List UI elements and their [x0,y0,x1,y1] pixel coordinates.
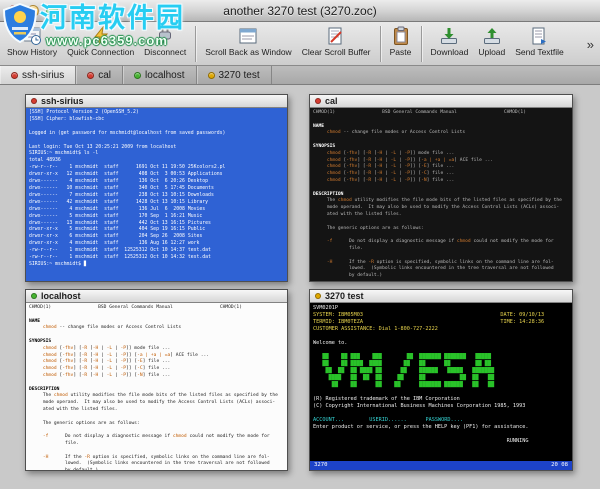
tab-3270-test[interactable]: 3270 test [197,66,272,84]
toolbar-label: Clear Scroll Buffer [301,47,371,57]
pane-ssh-sirius: ssh-sirius [SSH] Protocol Version 2 (Ope… [25,94,288,282]
window-title: another 3270 test (3270.zoc) [223,3,377,18]
session-status-dot [31,98,37,104]
terminal-3270-statusbar: 3270 20 08 [310,461,572,470]
toolbar-label: Send Textfile [515,47,564,57]
clear-buffer-icon [325,25,347,46]
show-history-button[interactable]: Show History [2,24,62,58]
toolbar-label: Disconnect [144,47,187,57]
session-status-dot [315,293,321,299]
minimize-button[interactable] [27,5,39,17]
pane-localhost: localhost CHMOD(1) BSD General Commands … [25,289,288,471]
paste-button[interactable]: Paste [385,24,417,58]
toolbar-label: Upload [478,47,506,57]
disconnect-button[interactable]: Disconnect [139,24,191,58]
session-status-dot [207,71,215,79]
clipboard-icon [390,25,412,46]
toolbar-label: Paste [389,47,412,57]
history-icon [21,25,43,46]
session-status-dot [31,293,37,299]
toolbar-overflow-button[interactable]: » [583,37,598,52]
tab-localhost[interactable]: localhost [123,66,197,84]
terminal-3270[interactable]: SVM0201P SYSTEM: IBM05M03 DATE: 09/10/13 T… [310,303,572,461]
session-status-dot [315,98,321,104]
tab-cal[interactable]: cal [76,66,124,84]
workspace: ssh-sirius [SSH] Protocol Version 2 (Ope… [0,86,600,489]
status-cursor-position: 20 08 [551,462,568,468]
toolbar-label: Quick Connection [67,47,135,57]
tab-label: 3270 test [218,69,260,81]
scroll-back-window-button[interactable]: Scroll Back as Window [200,24,296,58]
status-emulation: 3270 [314,462,328,468]
download-icon [438,25,460,46]
terminal-localhost[interactable]: CHMOD(1) BSD General Commands Manual CHM… [26,303,287,470]
pane-title-label: localhost [41,291,81,301]
terminal-ssh-sirius[interactable]: [SSH] Protocol Version 2 (OpenSSH_5.2) [S… [26,108,287,281]
send-textfile-button[interactable]: Send Textfile [510,24,569,58]
window-controls [8,5,58,17]
toolbar: Show History Quick Connection Disconnect… [0,22,600,66]
pane-titlebar[interactable]: ssh-sirius [26,95,287,108]
download-button[interactable]: Download [426,24,474,58]
pane-title-label: ssh-sirius [41,96,84,106]
window-icon [237,25,259,46]
tab-label: localhost [145,69,185,81]
pane-3270-test: 3270 test SVM0201P SYSTEM: IBM05M03 DATE:… [309,289,573,471]
pane-title-label: cal [325,96,338,106]
toolbar-label: Show History [7,47,58,57]
toolbar-separator [379,26,381,62]
clear-scroll-buffer-button[interactable]: Clear Scroll Buffer [297,24,376,58]
pane-titlebar[interactable]: cal [310,95,572,108]
tab-label: ssh-sirius [22,69,65,81]
titlebar: another 3270 test (3270.zoc) [0,0,600,22]
pane-title-label: 3270 test [325,291,364,301]
toolbar-separator [420,26,422,62]
session-status-dot [87,71,95,79]
pane-titlebar[interactable]: localhost [26,290,287,303]
toolbar-label: Download [430,47,469,57]
tab-bar: ssh-sirius cal localhost 3270 test [0,66,600,85]
upload-icon [481,25,503,46]
textfile-icon [529,25,551,46]
lightning-icon [90,25,112,46]
tab-ssh-sirius[interactable]: ssh-sirius [0,66,77,84]
terminal-cal[interactable]: CHMOD(1) BSD General Commands Manual CHM… [310,108,572,281]
zoom-button[interactable] [46,5,58,17]
pane-cal: cal CHMOD(1) BSD General Commands Manual… [309,94,573,282]
session-status-dot [11,71,18,79]
quick-connection-button[interactable]: Quick Connection [62,24,139,58]
plug-icon [154,25,176,46]
session-status-dot [134,71,142,79]
close-button[interactable] [8,5,20,17]
upload-button[interactable]: Upload [473,24,510,58]
toolbar-separator [195,26,197,62]
pane-titlebar[interactable]: 3270 test [310,290,572,303]
tab-label: cal [98,69,112,81]
toolbar-label: Scroll Back as Window [205,47,292,57]
